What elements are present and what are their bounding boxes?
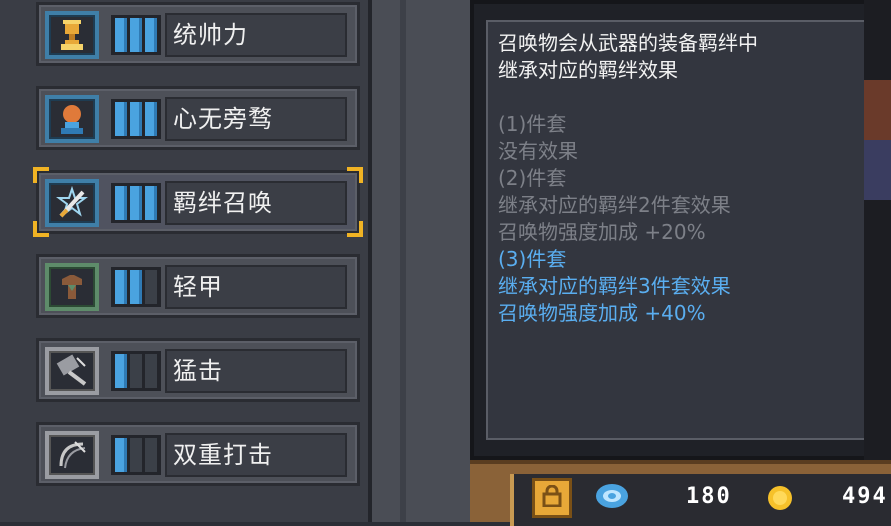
skill-tooltip: 召唤物会从武器的装备羁绊中 继承对应的羁绊效果 (1)件套 没有效果 (2)件套… <box>470 0 891 460</box>
summon-sword-icon <box>45 179 99 227</box>
lock-button[interactable] <box>532 478 572 518</box>
tooltip-description: 继承对应的羁绊效果 <box>498 58 678 82</box>
skill-level-bars <box>111 15 161 55</box>
double-strike-icon <box>45 431 99 479</box>
tier-effect-active: 召唤物强度加成 +40% <box>498 301 706 325</box>
light-armor-icon <box>45 263 99 311</box>
currency-bar: 180 494 <box>470 460 891 526</box>
skills-panel: 统帅力 心无旁骛 羁绊召唤 轻甲 猛击 双重打击 <box>0 0 372 522</box>
skill-level-bars <box>111 435 161 475</box>
lock-icon <box>541 484 563 511</box>
skill-row-focus[interactable]: 心无旁骛 <box>36 86 360 150</box>
gem-count: 180 <box>686 484 732 509</box>
tier-effect: 没有效果 <box>498 139 578 163</box>
selection-corner <box>347 167 363 183</box>
skill-name: 羁绊召唤 <box>165 181 347 225</box>
skill-row-smash[interactable]: 猛击 <box>36 338 360 402</box>
tier-effect: 继承对应的羁绊2件套效果 <box>498 193 731 217</box>
skill-name: 猛击 <box>165 349 347 393</box>
tier-header: (2)件套 <box>498 166 567 190</box>
tier-effect: 召唤物强度加成 +20% <box>498 220 706 244</box>
selection-corner <box>347 221 363 237</box>
tier-header: (1)件套 <box>498 112 567 136</box>
skill-name: 轻甲 <box>165 265 347 309</box>
skill-name: 双重打击 <box>165 433 347 477</box>
tooltip-content: 召唤物会从武器的装备羁绊中 继承对应的羁绊效果 (1)件套 没有效果 (2)件套… <box>486 20 866 440</box>
gold-coin-icon <box>766 484 794 516</box>
skill-name: 统帅力 <box>165 13 347 57</box>
panel-divider <box>372 0 470 522</box>
tier-header-active: (3)件套 <box>498 247 567 271</box>
tooltip-description: 召唤物会从武器的装备羁绊中 <box>498 31 758 55</box>
skill-row-double-strike[interactable]: 双重打击 <box>36 422 360 486</box>
skill-row-bond-summon[interactable]: 羁绊召唤 <box>33 167 363 237</box>
skill-level-bars <box>111 183 161 223</box>
skill-level-bars <box>111 351 161 391</box>
skill-level-bars <box>111 99 161 139</box>
skill-name: 心无旁骛 <box>165 97 347 141</box>
skill-row-command[interactable]: 统帅力 <box>36 2 360 66</box>
skill-row-light-armor[interactable]: 轻甲 <box>36 254 360 318</box>
focused-mind-icon <box>45 95 99 143</box>
tier-effect-active: 继承对应的羁绊3件套效果 <box>498 274 731 298</box>
right-edge <box>864 0 891 460</box>
trophy-icon <box>45 11 99 59</box>
side-item-sprite <box>864 140 891 200</box>
skill-level-bars <box>111 267 161 307</box>
gem-icon <box>594 482 630 514</box>
hammer-icon <box>45 347 99 395</box>
gold-count: 494 <box>842 484 888 509</box>
